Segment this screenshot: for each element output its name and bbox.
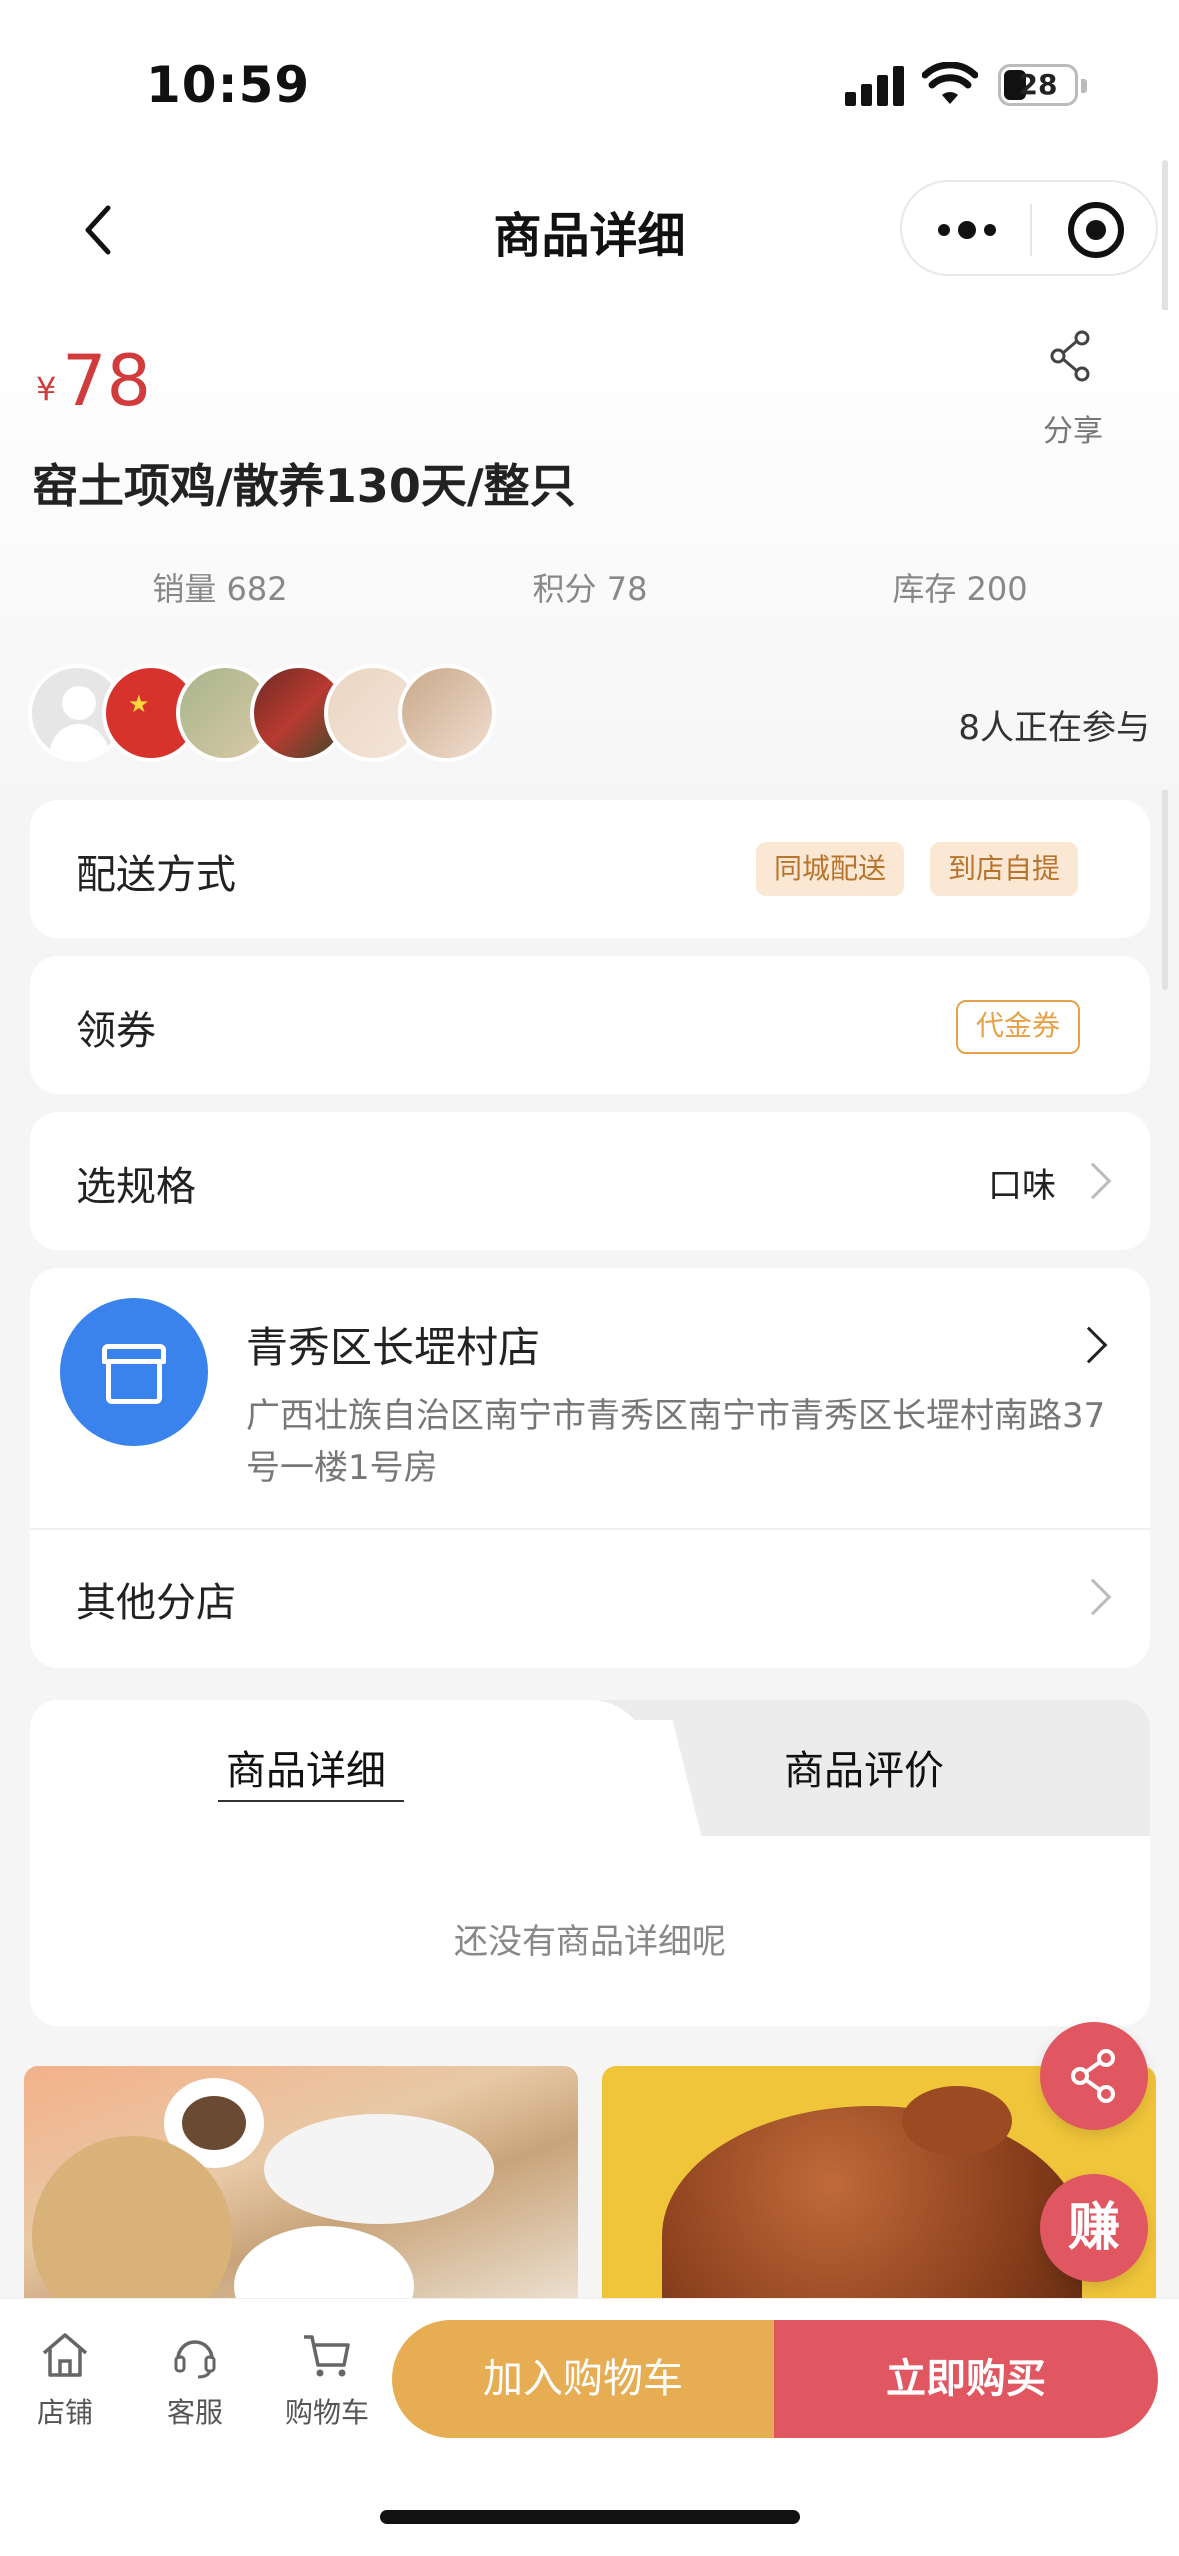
- more-dots-icon[interactable]: [938, 221, 998, 239]
- tab-product-reviews[interactable]: 商品评价: [784, 1738, 944, 1796]
- bottom-tab-label: 客服: [166, 2396, 223, 2429]
- product-title: 窑土项鸡/散养130天/整只: [32, 459, 576, 513]
- wifi-icon: [922, 62, 978, 104]
- participants-count: 8人正在参与: [958, 708, 1150, 748]
- share-icon[interactable]: [1042, 326, 1102, 386]
- spec-value: 口味: [988, 1166, 1056, 1206]
- delivery-row[interactable]: 配送方式 同城配送 到店自提: [30, 800, 1150, 938]
- cart-icon: [304, 2335, 350, 2377]
- avatar: [398, 664, 496, 762]
- battery-icon: 28: [998, 64, 1087, 106]
- spec-row[interactable]: 选规格 口味: [30, 1112, 1150, 1250]
- tab-underline: [218, 1800, 404, 1802]
- chevron-right-icon: [1074, 1162, 1112, 1200]
- price-currency: ¥: [36, 370, 57, 408]
- other-stores-label[interactable]: 其他分店: [76, 1570, 236, 1628]
- coupon-label: 领券: [76, 1008, 156, 1054]
- float-share-button[interactable]: [1040, 2022, 1148, 2130]
- bottom-tab-store[interactable]: 店铺: [10, 2329, 120, 2431]
- recommend-image[interactable]: [24, 2066, 578, 2316]
- delivery-label: 配送方式: [76, 852, 236, 898]
- store-address: 广西壮族自治区南宁市青秀区南宁市青秀区长堽村南路37号一楼1号房: [246, 1396, 1106, 1488]
- chevron-right-icon[interactable]: [1070, 1326, 1108, 1364]
- store-name[interactable]: 青秀区长堽村店: [246, 1314, 540, 1375]
- coupon-tag: 代金券: [956, 1000, 1081, 1054]
- status-time: 10:59: [146, 56, 311, 114]
- bottom-tab-cart[interactable]: 购物车: [272, 2329, 382, 2431]
- tab-product-detail[interactable]: 商品详细: [226, 1738, 386, 1796]
- earn-label: 赚: [1067, 2198, 1120, 2258]
- target-circle-icon[interactable]: [1068, 202, 1124, 258]
- stat-stock: 库存 200: [892, 570, 1028, 608]
- share-label[interactable]: 分享: [1030, 406, 1116, 450]
- spec-label: 选规格: [76, 1164, 196, 1210]
- delivery-tag-local: 同城配送: [756, 842, 905, 896]
- float-earn-button[interactable]: 赚: [1040, 2174, 1148, 2282]
- coupon-row[interactable]: 领券 代金券: [30, 956, 1150, 1094]
- capsule-divider: [1030, 204, 1032, 256]
- home-icon: [42, 2333, 88, 2377]
- store-card: 青秀区长堽村店 广西壮族自治区南宁市青秀区南宁市青秀区长堽村南路37号一楼1号房…: [30, 1268, 1150, 1668]
- participant-avatars: ★: [28, 664, 528, 764]
- bottom-tab-service[interactable]: 客服: [140, 2329, 250, 2431]
- delivery-tag-pickup: 到店自提: [930, 842, 1079, 896]
- headset-icon: [174, 2340, 216, 2379]
- empty-detail-text: 还没有商品详细呢: [454, 1922, 726, 1962]
- add-to-cart-button[interactable]: 加入购物车: [392, 2320, 774, 2438]
- price-value: 78: [62, 340, 152, 422]
- divider: [30, 1528, 1150, 1530]
- detail-tabs-card: 商品详细 商品评价 还没有商品详细呢: [30, 1700, 1150, 2026]
- mini-program-capsule: [900, 180, 1158, 276]
- signal-icon: [845, 64, 905, 106]
- home-indicator: [380, 2510, 800, 2524]
- bottom-tab-label: 店铺: [36, 2396, 93, 2429]
- bottom-tab-label: 购物车: [284, 2396, 369, 2429]
- share-icon: [1071, 2049, 1115, 2103]
- battery-level: 28: [1018, 68, 1058, 101]
- stat-sales: 销量 682: [152, 570, 288, 608]
- store-icon: [60, 1298, 208, 1446]
- stat-points: 积分 78: [532, 570, 648, 608]
- buy-now-button[interactable]: 立即购买: [774, 2320, 1158, 2438]
- chevron-right-icon[interactable]: [1074, 1578, 1112, 1616]
